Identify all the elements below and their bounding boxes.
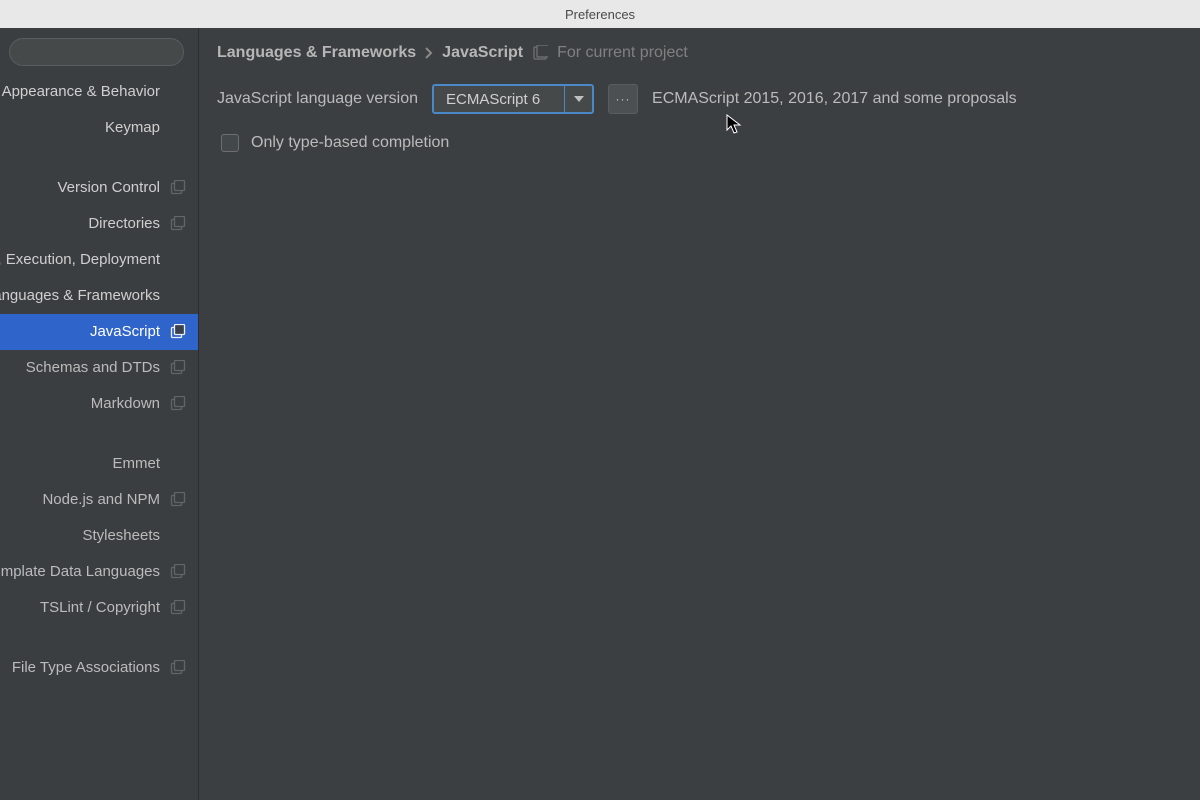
project-scope-icon — [170, 360, 186, 376]
language-version-more-button[interactable]: ··· — [608, 84, 638, 114]
sidebar-item-label: Keymap — [105, 110, 160, 146]
sidebar-item-label: JavaScript — [90, 314, 160, 350]
language-version-label: JavaScript language version — [217, 90, 418, 108]
sidebar-item-label: File Type Associations — [12, 650, 160, 686]
sidebar-item[interactable]: Markdown — [0, 386, 198, 422]
language-version-select[interactable]: ECMAScript 6 — [432, 84, 594, 114]
project-scope-icon — [170, 564, 186, 580]
project-scope-icon — [170, 660, 186, 676]
sidebar-item-label: Directories — [88, 206, 160, 242]
language-version-description: ECMAScript 2015, 2016, 2017 and some pro… — [652, 90, 1017, 108]
project-scope-icon — [170, 492, 186, 508]
sidebar-item-label: Stylesheets — [82, 518, 160, 554]
sidebar-item-label: Markdown — [91, 386, 160, 422]
settings-tree[interactable]: Appearance & BehaviorKeymap Version Contr… — [0, 74, 198, 800]
sidebar-item[interactable]: JavaScript — [0, 314, 198, 350]
project-scope-icon — [170, 180, 186, 196]
sidebar-item[interactable]: Languages & Frameworks — [0, 278, 198, 314]
ellipsis-icon: ··· — [616, 92, 631, 106]
sidebar-item[interactable]: TSLint / Copyright — [0, 590, 198, 626]
sidebar-item-label: Schemas and DTDs — [26, 350, 160, 386]
project-scope-icon — [170, 324, 186, 340]
sidebar-item-label: Languages & Frameworks — [0, 278, 160, 314]
sidebar-item[interactable]: Stylesheets — [0, 518, 198, 554]
sidebar-item-label: Emmet — [112, 446, 160, 482]
sidebar-item-label: Appearance & Behavior — [2, 74, 160, 110]
type-completion-label: Only type-based completion — [251, 134, 449, 152]
sidebar-item-label: TSLint / Copyright — [40, 590, 160, 626]
sidebar-item[interactable]: Schemas and DTDs — [0, 350, 198, 386]
sidebar-item[interactable]: Emmet — [0, 446, 198, 482]
sidebar-item[interactable]: File Type Associations — [0, 650, 198, 686]
sidebar-item-label: Template Data Languages — [0, 554, 160, 590]
sidebar-item[interactable]: Appearance & Behavior — [0, 74, 198, 110]
sidebar: Appearance & BehaviorKeymap Version Contr… — [0, 28, 199, 800]
search-input[interactable] — [9, 38, 184, 66]
breadcrumb-current: JavaScript — [442, 44, 523, 62]
project-scope-icon — [170, 396, 186, 412]
breadcrumb: Languages & Frameworks JavaScript For cu… — [217, 44, 1200, 62]
sidebar-item[interactable]: Version Control — [0, 170, 198, 206]
sidebar-item-label: Node.js and NPM — [42, 482, 160, 518]
project-scope-icon — [170, 216, 186, 232]
sidebar-item[interactable]: Template Data Languages — [0, 554, 198, 590]
chevron-right-icon — [425, 47, 433, 59]
sidebar-item[interactable]: Keymap — [0, 110, 198, 146]
sidebar-item[interactable]: Build, Execution, Deployment — [0, 242, 198, 278]
project-scope-icon — [170, 600, 186, 616]
sidebar-item-label: Build, Execution, Deployment — [0, 242, 160, 278]
type-completion-row: Only type-based completion — [221, 134, 1200, 152]
sidebar-item-label: Version Control — [57, 170, 160, 206]
type-completion-checkbox[interactable] — [221, 134, 239, 152]
preferences-window: Preferences Appearance & BehaviorKeymap V… — [0, 0, 1200, 800]
language-version-row: JavaScript language version ECMAScript 6… — [217, 84, 1200, 114]
dropdown-arrow-icon — [564, 86, 592, 112]
search-wrap — [0, 28, 198, 74]
window-title: Preferences — [565, 7, 635, 22]
breadcrumb-scope-hint: For current project — [557, 44, 688, 62]
titlebar: Preferences — [0, 0, 1200, 28]
breadcrumb-parent[interactable]: Languages & Frameworks — [217, 44, 416, 62]
project-scope-icon — [532, 45, 548, 61]
content-panel: Languages & Frameworks JavaScript For cu… — [199, 28, 1200, 800]
body: Appearance & BehaviorKeymap Version Contr… — [0, 28, 1200, 800]
sidebar-item[interactable]: Node.js and NPM — [0, 482, 198, 518]
language-version-value: ECMAScript 6 — [434, 86, 564, 112]
sidebar-item[interactable]: Directories — [0, 206, 198, 242]
